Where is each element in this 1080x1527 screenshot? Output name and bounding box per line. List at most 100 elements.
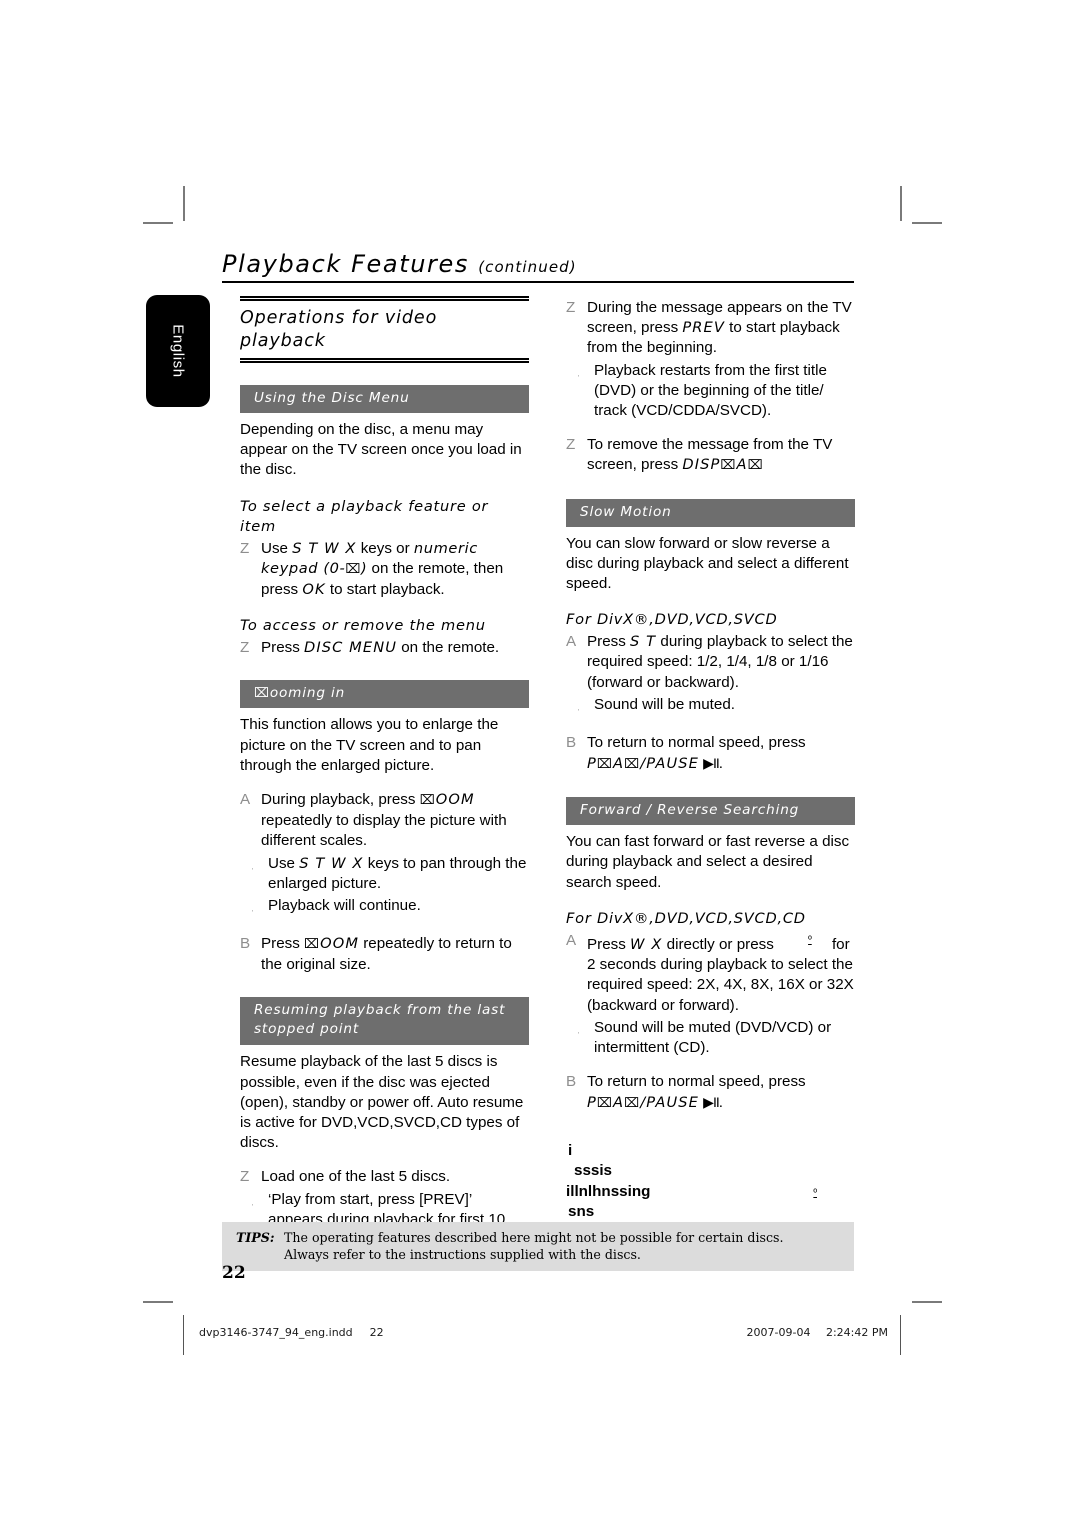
slug-filename: dvp3146-3747_94_eng.indd 22 [199, 1326, 384, 1339]
section-title-line-2: playback [240, 331, 326, 351]
missing-glyph-icon: ⌧ [419, 793, 436, 809]
missing-glyph-icon: º [813, 1187, 817, 1199]
list-marker: Z [240, 1168, 250, 1186]
list-item-text: Press DISC MENU on the remote. [261, 639, 500, 657]
list-marker: B [240, 935, 251, 953]
missing-glyph-icon: ⌧ [596, 757, 613, 773]
nav-keys-label: W X [630, 935, 663, 953]
missing-glyph-icon: ⌧ [304, 937, 321, 953]
language-tab: English [146, 295, 210, 407]
list-item: B To return to normal speed, press P⌧A⌧/… [566, 1072, 855, 1114]
crop-mark-bottom-left-horizontal [143, 1301, 173, 1303]
missing-glyph-icon: ⌧ [624, 1096, 641, 1112]
zoom-button-label: OOM [435, 791, 475, 809]
tips-box: TIPS: The operating features described h… [222, 1222, 854, 1271]
missing-glyph-icon: ⌧ [747, 458, 764, 474]
list-item: Z Load one of the last 5 discs. [240, 1167, 529, 1187]
list-item: B Press ⌧OOM repeatedly to return to the… [240, 934, 529, 975]
list-item: ˌ Playback will continue. [240, 896, 529, 920]
crop-mark-top-left-vertical [183, 186, 185, 221]
nav-keys-label: S T W X [299, 854, 364, 872]
list-marker: A [566, 931, 577, 949]
list-item-text: During the message appears on the TV scr… [587, 299, 852, 357]
list-marker: A [240, 791, 251, 809]
tips-label: TIPS: [236, 1230, 275, 1245]
subhead-slow-motion-formats: For DivX®,DVD,VCD,SVCD [566, 611, 778, 629]
list-item-text: To remove the message from the TV screen… [587, 436, 833, 474]
sub-bullet-icon: ˌ [577, 1024, 580, 1034]
tips-body: The operating features described here mi… [284, 1229, 844, 1263]
tips-line-2: Always refer to the instructions supplie… [284, 1247, 641, 1262]
nav-keys-label: S T W X [292, 539, 357, 557]
list-item-text: Press W X directly or press º for 2 seco… [587, 934, 854, 1014]
list-item: Z During the message appears on the TV s… [566, 298, 855, 359]
list-item-text: Use S T W X keys to pan through the enla… [268, 854, 527, 892]
crop-mark-top-right-horizontal [912, 222, 942, 224]
sub-bullet-icon: ˌ [251, 860, 254, 870]
sub-bullet-icon: ˌ [577, 367, 580, 377]
list-marker: B [566, 1073, 577, 1091]
list-item: ˌ Playback restarts from the first title… [566, 361, 855, 422]
garbled-line: sssis [574, 1162, 613, 1180]
slug-date: 2007-09-04 [746, 1326, 811, 1339]
garbled-line: sns [568, 1203, 595, 1221]
list-marker: Z [240, 639, 250, 657]
missing-glyph-icon: ⌧ [596, 1096, 613, 1112]
subhead-search-formats: For DivX®,DVD,VCD,SVCD,CD [566, 909, 806, 927]
play-pause-button-label: /PAUSE [640, 1094, 699, 1112]
barhead-forward-reverse-searching: Forward / Reverse Searching [566, 797, 855, 826]
list-item: Z Use S T W X keys or numeric keypad (0-… [240, 539, 529, 601]
list-item: Z To remove the message from the TV scre… [566, 435, 855, 476]
list-item: A During playback, press ⌧OOM repeatedly… [240, 790, 529, 852]
section-rule-top [240, 296, 529, 301]
left-column: Operations for video playback Using the … [240, 296, 529, 1250]
missing-glyph-icon: ⌧ [254, 686, 270, 702]
missing-glyph-icon: ⌧ [624, 757, 641, 773]
page-title-text: Playback Features [222, 250, 469, 278]
language-tab-label: English [169, 324, 187, 378]
slug-timestamp: 2007-09-04 2:24:42 PM [747, 1326, 888, 1339]
missing-glyph-icon: º [808, 934, 812, 946]
list-item-text: To return to normal speed, press P⌧A⌧/PA… [587, 1073, 806, 1112]
list-item-text: Use S T W X keys or numeric keypad (0-⌧)… [261, 539, 504, 599]
list-item-text: Load one of the last 5 discs. [261, 1168, 451, 1186]
zooming-intro: This function allows you to enlarge the … [240, 716, 499, 774]
missing-glyph-icon: ⌧ [345, 561, 362, 577]
barhead-resuming-playback: Resuming playback from the last stopped … [240, 997, 529, 1046]
barhead-using-the-disc-menu: Using the Disc Menu [240, 385, 529, 413]
list-item-text: During playback, press ⌧OOM repeatedly t… [261, 791, 507, 850]
garbled-line: illnlhnssing [566, 1182, 651, 1200]
page-title-continued: (continued) [478, 258, 577, 276]
garbled-line: i [568, 1141, 573, 1159]
tips-line-1: The operating features described here mi… [284, 1230, 784, 1245]
list-item-text: To return to normal speed, press P⌧A⌧/PA… [587, 733, 806, 773]
list-marker: Z [240, 539, 250, 557]
list-item-text: Sound will be muted. [594, 695, 735, 713]
play-pause-icon: ▶II [703, 755, 720, 772]
nav-keys-label: S T [630, 633, 657, 651]
page-header: Playback Features (continued) [222, 250, 854, 283]
sub-bullet-icon: ˌ [251, 903, 254, 913]
barhead-slow-motion: Slow Motion [566, 498, 855, 527]
slug-filename-text: dvp3146-3747_94_eng.indd [199, 1326, 353, 1339]
list-item: ˌ Sound will be muted. [566, 695, 855, 719]
list-marker: A [566, 633, 577, 651]
slug-time: 2:24:42 PM [825, 1326, 888, 1339]
subhead-select-playback-feature: To select a playback feature or item [240, 497, 489, 535]
crop-mark-top-right-vertical [900, 186, 902, 221]
crop-mark-top-left-horizontal [143, 222, 173, 224]
disc-menu-intro: Depending on the disc, a menu may appear… [240, 421, 522, 479]
section-rule-bottom [240, 358, 529, 363]
crop-mark-bottom-right-horizontal [912, 1301, 942, 1303]
ok-button-label: OK [302, 581, 326, 599]
list-item: A Press S T during playback to select th… [566, 632, 855, 693]
barhead-line-2: stopped point [254, 1021, 360, 1038]
subhead-access-or-remove-menu: To access or remove the menu [240, 617, 486, 635]
list-item-text: Playback will continue. [268, 897, 421, 915]
missing-glyph-icon: ⌧ [720, 458, 737, 474]
prev-button-label: PREV [682, 319, 725, 337]
slow-motion-intro: You can slow forward or slow reverse a d… [566, 534, 849, 593]
zoom-button-label: OOM [320, 935, 360, 953]
resume-intro: Resume playback of the last 5 discs is p… [240, 1053, 524, 1152]
sub-bullet-icon: ˌ [577, 701, 580, 711]
